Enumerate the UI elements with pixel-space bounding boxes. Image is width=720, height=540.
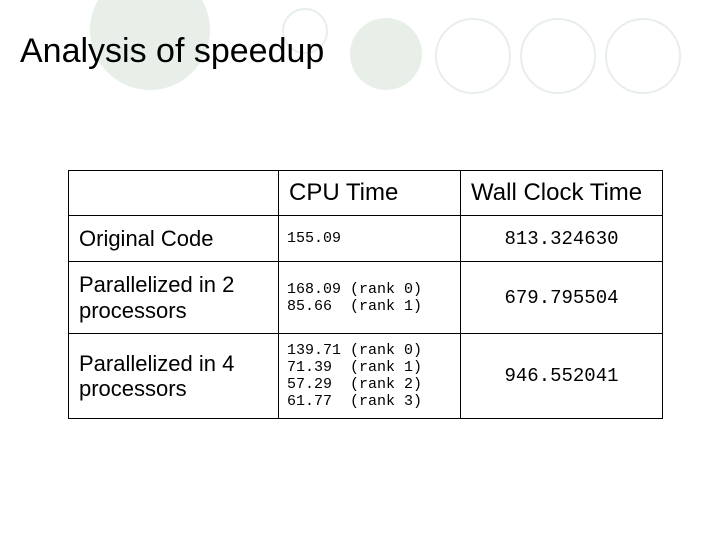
cpu-time-cell: 168.09 (rank 0) 85.66 (rank 1) bbox=[279, 262, 461, 334]
slide-title: Analysis of speedup bbox=[20, 32, 324, 71]
decoration-circle bbox=[605, 18, 681, 94]
wall-clock-cell: 946.552041 bbox=[461, 333, 663, 418]
table-row: Parallelized in 2 processors 168.09 (ran… bbox=[69, 262, 663, 334]
table-header-blank bbox=[69, 171, 279, 216]
table: CPU Time Wall Clock Time Original Code 1… bbox=[68, 170, 663, 419]
decoration-circle bbox=[350, 18, 422, 90]
table-header-row: CPU Time Wall Clock Time bbox=[69, 171, 663, 216]
table-row: Parallelized in 4 processors 139.71 (ran… bbox=[69, 333, 663, 418]
slide: Analysis of speedup CPU Time Wall Clock … bbox=[0, 0, 720, 540]
cpu-time-cell: 155.09 bbox=[279, 216, 461, 262]
table-header-wall: Wall Clock Time bbox=[461, 171, 663, 216]
decoration-circle bbox=[520, 18, 596, 94]
cpu-time-cell: 139.71 (rank 0) 71.39 (rank 1) 57.29 (ra… bbox=[279, 333, 461, 418]
wall-clock-cell: 679.795504 bbox=[461, 262, 663, 334]
row-label: Parallelized in 2 processors bbox=[69, 262, 279, 334]
table-row: Original Code 155.09 813.324630 bbox=[69, 216, 663, 262]
decoration-circle bbox=[435, 18, 511, 94]
row-label: Parallelized in 4 processors bbox=[69, 333, 279, 418]
speedup-table: CPU Time Wall Clock Time Original Code 1… bbox=[68, 170, 662, 419]
wall-clock-cell: 813.324630 bbox=[461, 216, 663, 262]
table-header-cpu: CPU Time bbox=[279, 171, 461, 216]
row-label: Original Code bbox=[69, 216, 279, 262]
